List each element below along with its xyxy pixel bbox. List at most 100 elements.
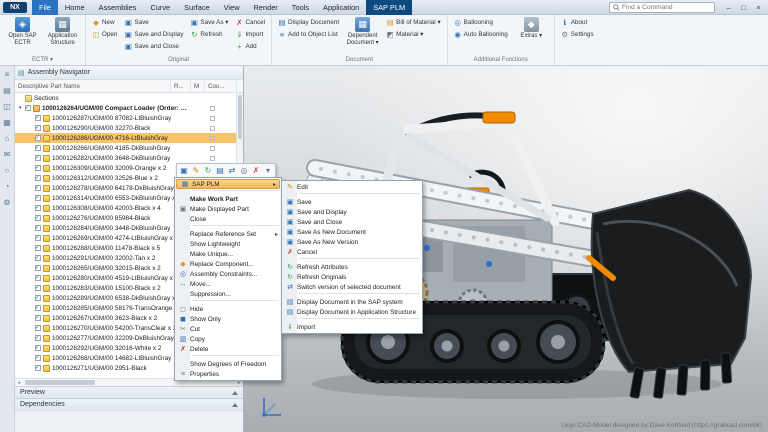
assembly-tree-row[interactable]: 1000126266/UGM/00 4185-DkBluishGray xyxy=(15,143,243,153)
add-to-object-list-button[interactable]: ≡ Add to Object List xyxy=(276,29,341,40)
menu-icon[interactable]: ≡ xyxy=(5,70,10,79)
assembly-tree-row[interactable]: 1000126287/UGM/00 87082-LtBluishGray xyxy=(15,113,243,123)
sap-submenu-item[interactable]: ↻ Refresh Originals xyxy=(282,272,422,282)
ribbon-tab[interactable]: Curve xyxy=(143,0,177,15)
modified-checkbox[interactable] xyxy=(210,125,215,131)
sap-submenu-item[interactable]: ▤ Display Document in the SAP system xyxy=(282,297,422,307)
history-icon[interactable]: ◔ xyxy=(5,182,10,191)
column-read-only[interactable]: R... xyxy=(171,80,191,92)
column-modified[interactable]: M xyxy=(191,80,205,92)
context-menu-item[interactable]: Make Unique... xyxy=(175,249,281,259)
sap-submenu-item[interactable]: ↻ Refresh Attributes xyxy=(282,262,422,272)
context-menu-item[interactable]: ≡ Properties xyxy=(175,369,281,379)
sap-submenu-item[interactable] xyxy=(299,258,420,261)
component-checkbox[interactable] xyxy=(35,194,41,201)
context-menu-item[interactable]: ◼ Show Only xyxy=(175,314,281,324)
context-menu-item[interactable]: Replace Reference Set ▸ xyxy=(175,229,281,239)
component-checkbox[interactable] xyxy=(35,254,41,261)
assembly-tree-row[interactable]: 1000126290/UGM/00 32270-Black xyxy=(15,123,243,133)
component-checkbox[interactable] xyxy=(35,134,41,141)
scroll-left-icon[interactable]: ◂ xyxy=(15,380,23,386)
ribbon-tab[interactable]: File xyxy=(32,0,58,15)
sap-submenu-item[interactable]: ▣ Save xyxy=(282,197,422,207)
ribbon-tab[interactable]: Home xyxy=(58,0,92,15)
home-icon[interactable]: ⌂ xyxy=(5,134,10,143)
application-structure-button[interactable]: ▦ Application Structure xyxy=(44,16,81,48)
sap-submenu-item[interactable]: ▣ Save As New Document xyxy=(282,227,422,237)
refresh-button[interactable]: ↻ Refresh xyxy=(188,29,230,40)
ballooning-button[interactable]: ◎ Ballooning xyxy=(452,17,510,28)
context-menu-item[interactable]: ✗ Delete xyxy=(175,344,281,354)
constraint-navigator-icon[interactable]: ◫ xyxy=(3,102,11,111)
ribbon-tab[interactable]: Surface xyxy=(177,0,216,15)
save-and-display-button[interactable]: ▣ Save and Display xyxy=(122,29,185,40)
notes-icon[interactable]: ✉ xyxy=(4,150,11,159)
context-menu-item[interactable]: Make Work Part xyxy=(175,194,281,204)
context-menu-item[interactable]: ▥ Copy xyxy=(175,334,281,344)
context-menu-item[interactable] xyxy=(192,300,279,303)
preview-panel-bar[interactable]: Preview xyxy=(15,386,243,398)
view-triad-icon[interactable] xyxy=(258,394,284,420)
component-checkbox[interactable] xyxy=(35,314,41,321)
roles-icon[interactable]: ⚙ xyxy=(3,198,10,207)
component-checkbox[interactable] xyxy=(35,354,41,361)
scrollbar-thumb[interactable] xyxy=(238,95,242,139)
sap-submenu-item[interactable]: ⇓ Import xyxy=(282,322,422,332)
display-document-button[interactable]: ▤ Display Document xyxy=(276,17,341,28)
context-menu-item[interactable]: Show Lightweight xyxy=(175,239,281,249)
context-menu-item[interactable]: ▣ Make Displayed Part xyxy=(175,204,281,214)
sap-submenu-item[interactable]: ▣ Save and Close xyxy=(282,217,422,227)
ribbon-tab[interactable]: View xyxy=(217,0,247,15)
component-checkbox[interactable] xyxy=(35,124,41,131)
component-checkbox[interactable] xyxy=(35,214,41,221)
constraints-icon[interactable]: ◎ xyxy=(238,165,250,176)
component-checkbox[interactable] xyxy=(35,344,41,351)
context-menu-item[interactable] xyxy=(192,190,279,193)
bill-of-material-button[interactable]: ▤ Bill of Material ▾ xyxy=(384,17,442,28)
add-button[interactable]: + Add xyxy=(233,41,267,52)
context-menu-item[interactable]: ◎ Assembly Constraints... xyxy=(175,269,281,279)
ribbon-group-label-ectr[interactable]: ECTR ▾ xyxy=(4,55,81,65)
context-menu-item[interactable] xyxy=(192,225,279,228)
sap-submenu-item[interactable] xyxy=(299,293,420,296)
command-search[interactable] xyxy=(609,1,715,13)
open-sap-ectr-button[interactable]: ◈ Open SAP ECTR xyxy=(4,16,41,48)
switch-version-icon[interactable]: ⇄ xyxy=(226,165,238,176)
close-button[interactable]: × xyxy=(751,3,766,12)
modified-checkbox[interactable] xyxy=(210,145,215,151)
ribbon-tab[interactable]: Tools xyxy=(285,0,316,15)
sap-submenu-item[interactable]: ✎ Edit xyxy=(282,182,422,192)
ribbon-tab[interactable]: Render xyxy=(247,0,285,15)
modified-checkbox[interactable] xyxy=(210,115,215,121)
assembly-tree-row[interactable]: Sections xyxy=(15,93,243,103)
component-checkbox[interactable] xyxy=(35,304,41,311)
context-menu-item[interactable]: ↔ Move... xyxy=(175,279,281,289)
scrollbar-thumb[interactable] xyxy=(25,380,95,385)
settings-button[interactable]: ⚙ Settings xyxy=(559,29,596,40)
context-menu-item[interactable]: ◻ Hide xyxy=(175,304,281,314)
component-checkbox[interactable] xyxy=(35,204,41,211)
part-navigator-icon[interactable]: ▦ xyxy=(3,118,11,127)
assembly-tree-row[interactable]: 1000126282/UGM/00 3648-DkBluishGray xyxy=(15,153,243,163)
context-menu-item[interactable]: Close xyxy=(175,214,281,224)
restore-button[interactable]: □ xyxy=(736,3,751,12)
column-descriptive-part-name[interactable]: Descriptive Part Name xyxy=(15,80,171,92)
modified-checkbox[interactable] xyxy=(210,105,215,111)
component-checkbox[interactable] xyxy=(35,324,41,331)
cancel-button[interactable]: ✗ Cancel xyxy=(233,17,267,28)
more-icon[interactable]: ▾ xyxy=(262,165,274,176)
component-checkbox[interactable] xyxy=(35,284,41,291)
sap-submenu-item[interactable] xyxy=(299,193,420,196)
ribbon-tab[interactable]: SAP PLM xyxy=(366,0,413,15)
minimize-button[interactable]: – xyxy=(721,3,736,12)
save-button[interactable]: ▣ Save xyxy=(122,17,185,28)
sap-submenu-item[interactable] xyxy=(299,318,420,321)
sap-submenu-item[interactable]: ▣ Save and Display xyxy=(282,207,422,217)
context-menu-item[interactable]: Suppression... xyxy=(175,289,281,299)
sap-submenu-item[interactable]: ⇄ Switch version of selected document xyxy=(282,282,422,292)
component-checkbox[interactable] xyxy=(35,274,41,281)
cancel-icon[interactable]: ✗ xyxy=(250,165,262,176)
context-menu-item[interactable]: ◆ Replace Component... xyxy=(175,259,281,269)
sap-submenu-item[interactable]: ▣ Save As New Version xyxy=(282,237,422,247)
context-menu-item[interactable]: Show Degrees of Freedom xyxy=(175,359,281,369)
